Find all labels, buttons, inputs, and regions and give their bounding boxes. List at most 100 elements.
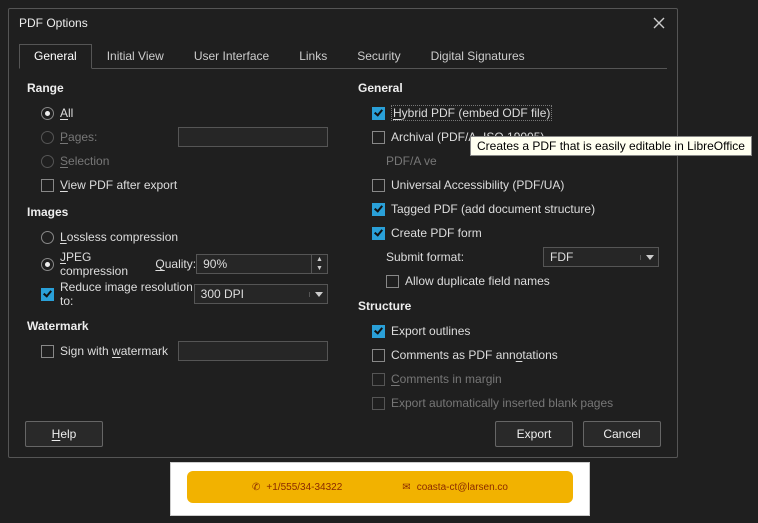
range-pages-row[interactable]: Pages: bbox=[27, 126, 328, 148]
dialog-footer: Help Export Cancel bbox=[9, 415, 677, 457]
watermark-row[interactable]: Sign with watermark bbox=[27, 340, 328, 362]
check-reduce-resolution[interactable] bbox=[41, 288, 54, 301]
check-view-after-export[interactable] bbox=[41, 179, 54, 192]
dialog-title: PDF Options bbox=[19, 16, 647, 30]
pdfa-version-label: PDF/A ve bbox=[386, 154, 437, 168]
check-comments-margin bbox=[372, 373, 385, 386]
tab-bar: General Initial View User Interface Link… bbox=[19, 43, 667, 69]
chevron-down-icon bbox=[640, 255, 658, 260]
quality-label: Quality: bbox=[155, 257, 196, 271]
dup-fields-row[interactable]: Allow duplicate field names bbox=[358, 270, 659, 292]
tab-digital-signatures[interactable]: Digital Signatures bbox=[416, 44, 540, 69]
hybrid-label: Hybrid PDF (embed ODF file) bbox=[391, 105, 552, 121]
structure-heading: Structure bbox=[358, 299, 659, 313]
tagged-row[interactable]: Tagged PDF (add document structure) bbox=[358, 198, 659, 220]
quality-spinner[interactable]: 90% ▲▼ bbox=[196, 254, 328, 274]
outlines-row[interactable]: Export outlines bbox=[358, 320, 659, 342]
comments-ann-row[interactable]: Comments as PDF annotations bbox=[358, 344, 659, 366]
check-auto-blank-pages bbox=[372, 397, 385, 410]
range-heading: Range bbox=[27, 81, 328, 95]
hybrid-row[interactable]: Hybrid PDF (embed ODF file) bbox=[358, 102, 659, 124]
check-export-outlines[interactable] bbox=[372, 325, 385, 338]
check-tagged-pdf[interactable] bbox=[372, 203, 385, 216]
create-form-row[interactable]: Create PDF form bbox=[358, 222, 659, 244]
auto-blank-label: Export automatically inserted blank page… bbox=[391, 396, 613, 410]
lossless-row[interactable]: Lossless compression bbox=[27, 226, 328, 248]
tab-user-interface[interactable]: User Interface bbox=[179, 44, 284, 69]
titlebar: PDF Options bbox=[9, 9, 677, 37]
reduce-row[interactable]: Reduce image resolution to: 300 DPI bbox=[27, 280, 328, 308]
check-comments-annotations[interactable] bbox=[372, 349, 385, 362]
create-form-label: Create PDF form bbox=[391, 226, 482, 240]
quality-value: 90% bbox=[197, 257, 311, 271]
jpeg-label: JPEG compression bbox=[60, 250, 150, 278]
right-column: General Hybrid PDF (embed ODF file) Arch… bbox=[358, 79, 659, 411]
reduce-value: 300 DPI bbox=[195, 287, 309, 301]
radio-selection[interactable] bbox=[41, 155, 54, 168]
submit-format-value: FDF bbox=[544, 250, 640, 264]
ua-row[interactable]: Universal Accessibility (PDF/UA) bbox=[358, 174, 659, 196]
pdf-options-dialog: PDF Options General Initial View User In… bbox=[8, 8, 678, 458]
dup-fields-label: Allow duplicate field names bbox=[405, 274, 550, 288]
spin-down-icon[interactable]: ▼ bbox=[312, 264, 327, 273]
phone-icon: ✆ bbox=[252, 482, 260, 493]
radio-lossless[interactable] bbox=[41, 231, 54, 244]
auto-blank-row: Export automatically inserted blank page… bbox=[358, 392, 659, 414]
check-create-pdf-form[interactable] bbox=[372, 227, 385, 240]
check-duplicate-field-names[interactable] bbox=[386, 275, 399, 288]
doc-email-text: coasta-ct@larsen.co bbox=[417, 482, 508, 493]
comments-margin-label: Comments in margin bbox=[391, 372, 502, 386]
view-after-export-row[interactable]: View PDF after export bbox=[27, 174, 328, 196]
close-icon bbox=[653, 17, 665, 29]
document-preview: ✆ +1/555/34-34322 ✉ coasta-ct@larsen.co bbox=[170, 462, 590, 516]
radio-jpeg[interactable] bbox=[41, 258, 54, 271]
mail-icon: ✉ bbox=[402, 482, 410, 493]
tab-initial-view[interactable]: Initial View bbox=[92, 44, 179, 69]
check-universal-accessibility[interactable] bbox=[372, 179, 385, 192]
reduce-combo[interactable]: 300 DPI bbox=[194, 284, 328, 304]
general-heading: General bbox=[358, 81, 659, 95]
radio-pages-label: Pages: bbox=[60, 130, 97, 144]
doc-phone: ✆ +1/555/34-34322 bbox=[252, 482, 342, 493]
tooltip: Creates a PDF that is easily editable in… bbox=[470, 136, 752, 156]
cancel-button[interactable]: Cancel bbox=[583, 421, 661, 447]
submit-format-label: Submit format: bbox=[386, 250, 464, 264]
check-hybrid-pdf[interactable] bbox=[372, 107, 385, 120]
tab-general[interactable]: General bbox=[19, 44, 92, 69]
pages-input[interactable] bbox=[178, 127, 328, 147]
lossless-label: Lossless compression bbox=[60, 230, 178, 244]
radio-pages[interactable] bbox=[41, 131, 54, 144]
watermark-heading: Watermark bbox=[27, 319, 328, 333]
radio-all-label: All bbox=[60, 106, 73, 120]
help-button[interactable]: Help bbox=[25, 421, 103, 447]
tab-links[interactable]: Links bbox=[284, 44, 342, 69]
range-all-row[interactable]: All bbox=[27, 102, 328, 124]
check-watermark[interactable] bbox=[41, 345, 54, 358]
document-footer-bar: ✆ +1/555/34-34322 ✉ coasta-ct@larsen.co bbox=[187, 471, 573, 503]
watermark-label: Sign with watermark bbox=[60, 344, 168, 358]
images-heading: Images bbox=[27, 205, 328, 219]
reduce-label: Reduce image resolution to: bbox=[60, 280, 194, 308]
tab-security[interactable]: Security bbox=[342, 44, 415, 69]
watermark-input[interactable] bbox=[178, 341, 328, 361]
export-button[interactable]: Export bbox=[495, 421, 573, 447]
chevron-down-icon bbox=[309, 292, 327, 297]
check-archival[interactable] bbox=[372, 131, 385, 144]
tagged-label: Tagged PDF (add document structure) bbox=[391, 202, 595, 216]
range-selection-row[interactable]: Selection bbox=[27, 150, 328, 172]
spin-up-icon[interactable]: ▲ bbox=[312, 255, 327, 264]
dialog-body: Range All Pages: Selection View PDF afte… bbox=[9, 69, 677, 415]
ua-label: Universal Accessibility (PDF/UA) bbox=[391, 178, 564, 192]
submit-format-row: Submit format: FDF bbox=[358, 246, 659, 268]
radio-selection-label: Selection bbox=[60, 154, 109, 168]
radio-all[interactable] bbox=[41, 107, 54, 120]
outlines-label: Export outlines bbox=[391, 324, 470, 338]
comments-margin-row: Comments in margin bbox=[358, 368, 659, 390]
close-button[interactable] bbox=[647, 11, 671, 35]
comments-ann-label: Comments as PDF annotations bbox=[391, 348, 558, 362]
left-column: Range All Pages: Selection View PDF afte… bbox=[27, 79, 328, 411]
doc-phone-text: +1/555/34-34322 bbox=[266, 482, 342, 493]
jpeg-row[interactable]: JPEG compression Quality: 90% ▲▼ bbox=[27, 250, 328, 278]
submit-format-combo[interactable]: FDF bbox=[543, 247, 659, 267]
view-after-export-label: View PDF after export bbox=[60, 178, 177, 192]
